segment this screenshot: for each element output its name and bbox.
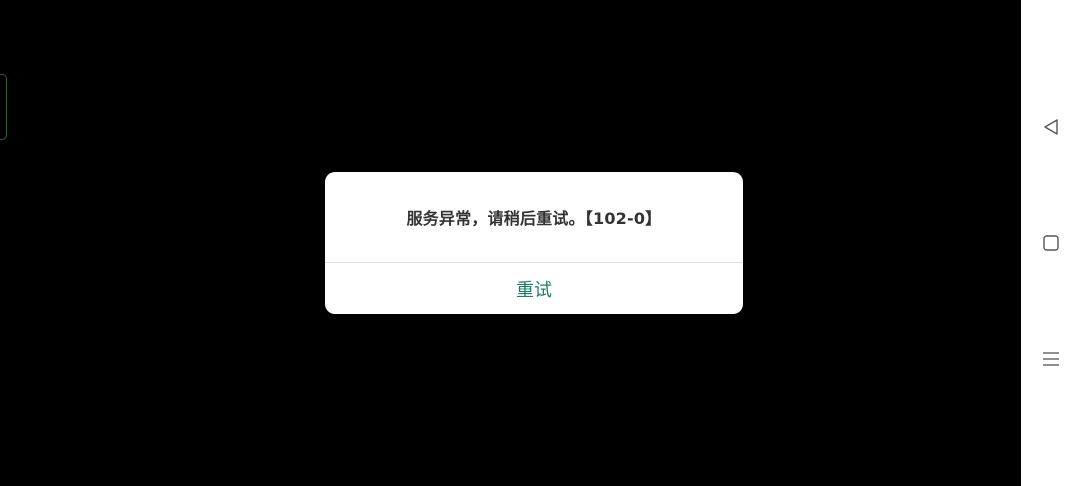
back-button[interactable] — [1035, 111, 1067, 143]
menu-lines-icon — [1043, 352, 1059, 366]
edge-swipe-handle[interactable] — [0, 74, 7, 140]
system-navigation-bar — [1021, 0, 1080, 486]
home-button[interactable] — [1035, 227, 1067, 259]
home-square-icon — [1043, 235, 1059, 251]
menu-button[interactable] — [1035, 343, 1067, 375]
app-screen: 服务异常，请稍后重试。【102-0】 重试 — [0, 0, 1021, 486]
error-dialog: 服务异常，请稍后重试。【102-0】 重试 — [325, 172, 743, 314]
retry-button[interactable]: 重试 — [325, 263, 743, 314]
back-triangle-icon — [1044, 119, 1058, 135]
error-message: 服务异常，请稍后重试。【102-0】 — [406, 209, 662, 228]
